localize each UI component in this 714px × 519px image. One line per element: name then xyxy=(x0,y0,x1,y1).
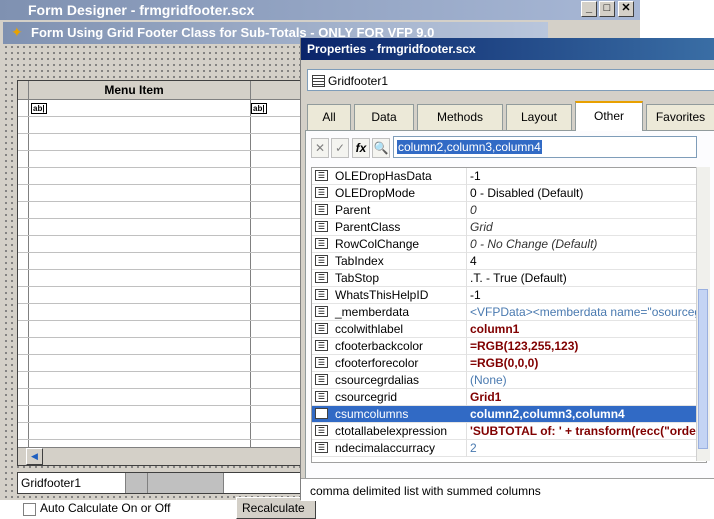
properties-titlebar: Properties - frmgridfooter.scx xyxy=(301,38,714,60)
property-row[interactable]: ☰ ndecimalaccurracy 2 xyxy=(312,440,706,457)
property-row[interactable]: ☰ OLEDropHasData -1 xyxy=(312,168,706,185)
property-icon: ☰ xyxy=(315,221,328,232)
property-icon: ☰ xyxy=(315,408,328,419)
properties-title: Properties - frmgridfooter.scx xyxy=(307,42,476,56)
property-value-input[interactable]: column2,column3,column4 xyxy=(393,136,697,158)
grid1[interactable]: Menu Item ab| ab| ◀ xyxy=(17,80,309,466)
tab-other[interactable]: Other xyxy=(575,101,643,131)
property-row[interactable]: ☰ ccolwithlabel column1 xyxy=(312,321,706,338)
grid-header: Menu Item xyxy=(18,81,308,100)
tab-layout[interactable]: Layout xyxy=(506,104,572,130)
horizontal-scrollbar[interactable]: ◀ xyxy=(18,447,308,465)
property-row[interactable]: ☰ OLEDropMode 0 - Disabled (Default) xyxy=(312,185,706,202)
minimize-button[interactable]: _ xyxy=(581,1,597,17)
tab-methods[interactable]: Methods xyxy=(417,104,503,130)
property-row[interactable]: ☰ TabIndex 4 xyxy=(312,253,706,270)
auto-calculate-label: Auto Calculate On or Off xyxy=(40,501,171,515)
accept-icon[interactable]: ✓ xyxy=(331,138,349,158)
vfp-form-icon: ✦ xyxy=(11,24,23,40)
grid-object-icon xyxy=(312,75,325,87)
property-row[interactable]: ☰ csourcegrdalias (None) xyxy=(312,372,706,389)
tab-all[interactable]: All xyxy=(307,104,351,130)
form-designer-title: Form Designer - frmgridfooter.scx xyxy=(28,2,255,18)
property-value-text: column2,column3,column4 xyxy=(397,140,542,154)
property-description-bar: comma delimited list with summed columns xyxy=(301,478,714,501)
property-row[interactable]: ☰ ctotallabelexpression 'SUBTOTAL of: ' + … xyxy=(312,423,706,440)
recalculate-button-label: Recalculate xyxy=(242,501,305,515)
object-selector[interactable]: Gridfooter1 xyxy=(307,69,714,91)
property-icon: ☰ xyxy=(315,204,328,215)
property-row[interactable]: ☰ csourcegrid Grid1 xyxy=(312,389,706,406)
property-icon: ☰ xyxy=(315,170,328,181)
property-icon: ☰ xyxy=(315,306,328,317)
grid-footer[interactable]: Gridfooter1 xyxy=(17,472,309,494)
column-header-menu-item[interactable]: Menu Item xyxy=(18,81,250,99)
footer-name-label: Gridfooter1 xyxy=(21,476,82,490)
textbox-icon: ab| xyxy=(31,103,47,114)
tab-data[interactable]: Data xyxy=(354,104,414,130)
grid-rows[interactable] xyxy=(18,100,308,448)
maximize-button[interactable]: □ xyxy=(599,1,615,17)
property-row[interactable]: ☰ WhatsThisHelpID -1 xyxy=(312,287,706,304)
properties-window[interactable]: Properties - frmgridfooter.scx Gridfoote… xyxy=(300,38,714,501)
property-icon: ☰ xyxy=(315,442,328,453)
property-list[interactable]: ☰ OLEDropHasData -1 ☰ OLEDropMode 0 - Disabl… xyxy=(311,167,707,463)
property-row[interactable]: ☰ RowColChange 0 - No Change (Default) xyxy=(312,236,706,253)
property-description: comma delimited list with summed columns xyxy=(310,484,541,498)
property-row[interactable]: ☰ Parent 0 xyxy=(312,202,706,219)
footer-cell xyxy=(148,473,224,493)
close-button[interactable]: ✕ xyxy=(618,1,634,17)
property-icon: ☰ xyxy=(315,289,328,300)
tab-favorites[interactable]: Favorites xyxy=(646,104,714,130)
property-icon: ☰ xyxy=(315,238,328,249)
property-list-scrollbar[interactable] xyxy=(696,167,710,461)
form-designer-titlebar: Form Designer - frmgridfooter.scx _ □ ✕ xyxy=(0,0,640,20)
textbox-icon: ab| xyxy=(251,103,267,114)
property-row[interactable]: ☰ _memberdata <VFPData><memberdata name="o… xyxy=(312,304,706,321)
property-icon: ☰ xyxy=(315,323,328,334)
property-row-selected[interactable]: ☰ csumcolumns column2,column3,column4 xyxy=(312,406,706,423)
property-row[interactable]: ☰ cfooterforecolor =RGB(0,0,0) xyxy=(312,355,706,372)
object-name: Gridfooter1 xyxy=(328,74,389,88)
cancel-icon[interactable]: ✕ xyxy=(311,138,329,158)
footer-cell xyxy=(126,473,148,493)
property-row[interactable]: ☰ cfooterbackcolor =RGB(123,255,123) xyxy=(312,338,706,355)
property-row[interactable]: ☰ ParentClass Grid xyxy=(312,219,706,236)
checkbox-box[interactable] xyxy=(23,503,36,516)
scrollbar-thumb[interactable] xyxy=(698,289,708,449)
zoom-icon[interactable]: 🔍 xyxy=(372,138,390,158)
property-row[interactable]: ☰ TabStop .T. - True (Default) xyxy=(312,270,706,287)
property-icon: ☰ xyxy=(315,272,328,283)
property-icon: ☰ xyxy=(315,187,328,198)
scroll-left-icon[interactable]: ◀ xyxy=(26,448,43,465)
property-icon: ☰ xyxy=(315,340,328,351)
function-icon[interactable]: fx xyxy=(352,138,370,158)
property-icon: ☰ xyxy=(315,391,328,402)
property-icon: ☰ xyxy=(315,255,328,266)
property-icon: ☰ xyxy=(315,357,328,368)
property-icon: ☰ xyxy=(315,425,328,436)
property-icon: ☰ xyxy=(315,374,328,385)
